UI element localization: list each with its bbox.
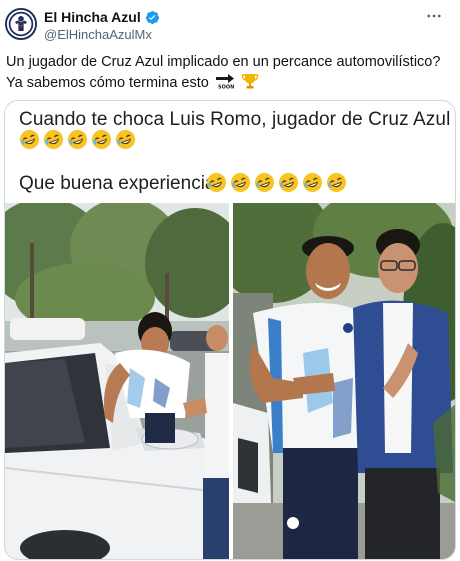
player-at-white-car-photo[interactable] <box>5 203 229 559</box>
author-display-name[interactable]: El Hincha Azul <box>44 9 141 25</box>
rofl-emoji-icon <box>67 129 88 150</box>
rofl-emoji-icon <box>254 172 275 193</box>
more-options-button[interactable] <box>422 6 446 26</box>
avatar-logo-icon <box>7 10 35 38</box>
rofl-emoji-icon <box>326 172 347 193</box>
tweet-text: Un jugador de Cruz Azul implicado en un … <box>6 52 454 93</box>
rofl-emoji-icon <box>115 129 136 150</box>
rofl-emoji-icon <box>230 172 251 193</box>
player-at-car-image <box>5 203 229 559</box>
svg-text:SOON: SOON <box>218 85 234 91</box>
rofl-emoji-icon <box>206 172 227 193</box>
caption-emoji-row-1 <box>19 129 136 150</box>
rofl-emoji-icon <box>278 172 299 193</box>
rofl-emoji-icon <box>302 172 323 193</box>
avatar[interactable] <box>5 8 37 40</box>
verified-badge-icon <box>145 10 159 24</box>
trophy-icon <box>241 74 259 89</box>
author-name-row: El Hincha Azul <box>44 9 160 25</box>
rofl-emoji-icon <box>19 129 40 150</box>
rofl-emoji-icon <box>91 129 112 150</box>
rofl-emoji-icon <box>43 129 64 150</box>
media-card[interactable]: Cuando te choca Luis Romo, jugador de Cr… <box>4 100 456 560</box>
author-handle[interactable]: @ElHinchaAzulMx <box>44 27 152 42</box>
tweet: El Hincha Azul @ElHinchaAzulMx Un jugado… <box>0 0 460 561</box>
caption-emoji-row-2 <box>206 172 347 193</box>
meme-caption-line1: Cuando te choca Luis Romo, jugador de Cr… <box>19 109 451 130</box>
player-with-fan-image <box>233 203 455 559</box>
player-posing-with-fan-photo[interactable] <box>233 203 455 559</box>
more-horizontal-icon <box>427 14 441 18</box>
meme-caption-line2: Que buena experiencia <box>19 173 216 194</box>
soon-arrow-icon: SOON <box>215 74 234 91</box>
